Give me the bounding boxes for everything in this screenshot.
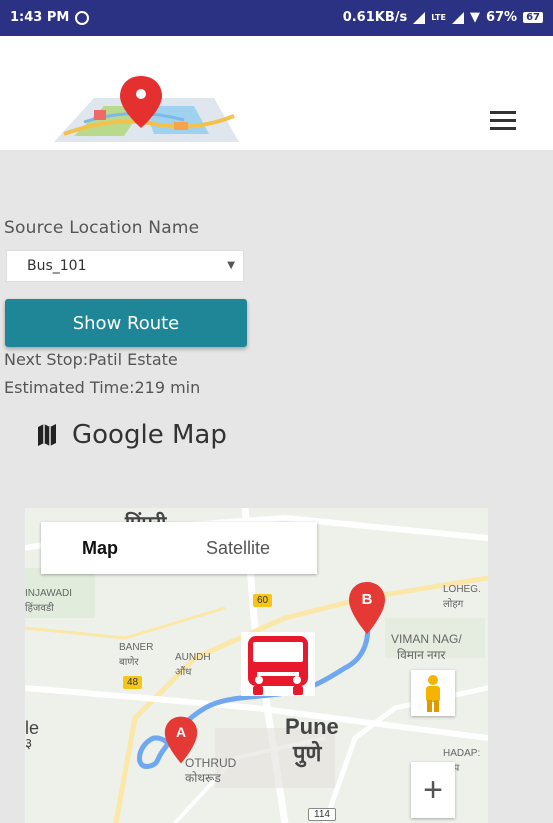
road-shield-60: 60 xyxy=(253,594,273,607)
source-location-select[interactable]: Bus_101 ▼ xyxy=(6,250,244,282)
bus-marker[interactable] xyxy=(241,632,315,696)
map-label-viman-nagar: VIMAN NAG/ xyxy=(391,632,462,646)
source-location-value: Bus_101 xyxy=(27,258,87,274)
bus-icon xyxy=(248,636,308,695)
estimated-time-text: Estimated Time:219 min xyxy=(4,378,201,397)
wifi-icon: ▼ xyxy=(469,10,480,25)
map-label-baner: BANER xyxy=(119,642,154,653)
hamburger-line xyxy=(490,111,516,114)
map-pin-icon xyxy=(349,582,385,634)
map-label-edge-hi: ३ xyxy=(25,735,33,751)
source-location-label: Source Location Name xyxy=(4,218,200,238)
map-icon xyxy=(38,424,56,446)
lte-indicator: LTE xyxy=(431,13,446,22)
google-map[interactable]: पिंपरी INJAWADI हिंजवडी BANER बाणेर AUND… xyxy=(25,508,488,823)
status-time: 1:43 PM xyxy=(10,10,70,25)
whatsapp-icon xyxy=(75,10,90,25)
status-bar: 1:43 PM 0.61KB/s LTE ▼ 67% 67 xyxy=(0,0,553,36)
map-type-map-button[interactable]: Map xyxy=(41,522,159,574)
street-view-pegman-button[interactable] xyxy=(411,670,455,716)
map-pin-logo-icon xyxy=(54,76,239,142)
map-label-hinjawadi-hi: हिंजवडी xyxy=(25,603,54,614)
marker-a-label: A xyxy=(175,724,187,740)
chevron-down-icon: ▼ xyxy=(227,260,235,271)
map-label-lohegaon-hi: लोहग xyxy=(443,599,464,610)
google-map-title: Google Map xyxy=(72,420,227,450)
google-map-heading: Google Map xyxy=(38,420,227,450)
map-label-aundh-hi: औंध xyxy=(175,667,192,678)
road-shield-48: 48 xyxy=(123,676,143,689)
map-label-pune: Pune xyxy=(285,714,339,739)
map-label-viman-nagar-hi: विमान नगर xyxy=(397,648,446,662)
hamburger-line xyxy=(490,119,516,122)
map-type-satellite-button[interactable]: Satellite xyxy=(159,522,317,574)
map-label-kothrud-hi: कोथरूड xyxy=(185,771,221,785)
hamburger-menu-button[interactable] xyxy=(485,106,521,136)
next-stop-text: Next Stop:Patil Estate xyxy=(4,350,178,369)
app-header xyxy=(0,36,553,150)
battery-icon: 67 xyxy=(523,12,543,23)
signal-icon xyxy=(413,11,426,24)
map-label-baner-hi: बाणेर xyxy=(119,657,139,668)
signal-icon-2 xyxy=(451,11,464,24)
marker-b-label: B xyxy=(361,591,373,608)
hamburger-line xyxy=(490,127,516,130)
network-speed: 0.61KB/s xyxy=(342,10,408,25)
battery-percent: 67% xyxy=(485,10,518,25)
map-type-control: Map Satellite xyxy=(41,522,317,574)
map-label-hadapsar: HADAP: xyxy=(443,748,481,759)
road-shield-114: 114 xyxy=(308,808,336,821)
pegman-icon xyxy=(426,675,440,712)
map-label-pune-hi: पुणे xyxy=(293,741,322,766)
zoom-in-button[interactable]: + xyxy=(411,762,455,818)
show-route-button[interactable]: Show Route xyxy=(5,299,247,347)
map-label-aundh: AUNDH xyxy=(175,652,211,663)
marker-a[interactable]: A xyxy=(163,716,199,764)
map-label-lohegaon: LOHEG. xyxy=(443,584,481,595)
map-label-hinjawadi: INJAWADI xyxy=(25,588,73,599)
marker-b[interactable]: B xyxy=(347,582,387,634)
